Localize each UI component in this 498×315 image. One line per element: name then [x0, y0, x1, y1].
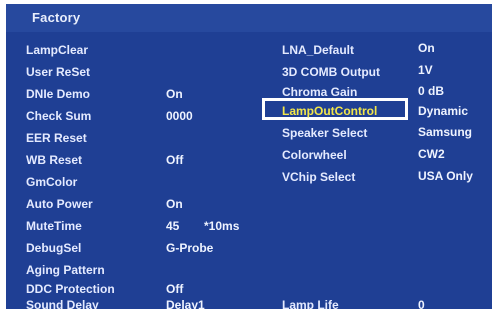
colorwheel-value: CW2	[418, 147, 445, 161]
lamp-life-value: 0	[418, 298, 425, 309]
menu-item-mutetime[interactable]: MuteTime	[26, 219, 82, 233]
factory-menu-screen: Factory LampClear User ReSet DNIe Demo O…	[6, 4, 492, 309]
menu-item-sound-delay[interactable]: Sound Delay	[26, 298, 99, 309]
mutetime-unit: *10ms	[204, 219, 240, 233]
menu-item-dnie-demo[interactable]: DNIe Demo	[26, 87, 90, 101]
check-sum-value: 0000	[166, 109, 193, 123]
menu-item-eer-reset[interactable]: EER Reset	[26, 131, 87, 145]
menu-item-3d-comb-output[interactable]: 3D COMB Output	[282, 65, 380, 79]
menu-item-wb-reset[interactable]: WB Reset	[26, 153, 82, 167]
menu-item-chroma-gain[interactable]: Chroma Gain	[282, 85, 357, 99]
debugsel-value: G-Probe	[166, 241, 214, 255]
lna-default-value: On	[418, 41, 435, 55]
menu-item-aging-pattern[interactable]: Aging Pattern	[26, 263, 105, 277]
menu-item-auto-power[interactable]: Auto Power	[26, 197, 93, 211]
menu-item-lampoutcontrol[interactable]: LampOutControl	[282, 104, 377, 118]
menu-title: Factory	[32, 10, 81, 25]
ddc-protection-value: Off	[166, 282, 184, 296]
wb-reset-value: Off	[166, 153, 184, 167]
menu-item-debugsel[interactable]: DebugSel	[26, 241, 81, 255]
menu-item-ddc-protection[interactable]: DDC Protection	[26, 282, 115, 296]
sound-delay-value: Delay1	[166, 298, 205, 309]
3d-comb-output-value: 1V	[418, 63, 433, 77]
mutetime-value: 45	[166, 219, 180, 233]
menu-item-speaker-select[interactable]: Speaker Select	[282, 126, 367, 140]
dnie-demo-value: On	[166, 87, 183, 101]
menu-item-gmcolor[interactable]: GmColor	[26, 175, 77, 189]
menu-item-lampclear[interactable]: LampClear	[26, 43, 88, 57]
menu-item-lamp-life[interactable]: Lamp Life	[282, 298, 339, 309]
lampoutcontrol-value: Dynamic	[418, 104, 469, 118]
menu-item-user-reset[interactable]: User ReSet	[26, 65, 90, 79]
auto-power-value: On	[166, 197, 183, 211]
chroma-gain-value: 0 dB	[418, 84, 445, 98]
menu-item-check-sum[interactable]: Check Sum	[26, 109, 91, 123]
speaker-select-value: Samsung	[418, 125, 473, 139]
menu-item-vchip-select[interactable]: VChip Select	[282, 170, 355, 184]
menu-item-lna-default[interactable]: LNA_Default	[282, 43, 354, 57]
menu-item-colorwheel[interactable]: Colorwheel	[282, 148, 347, 162]
vchip-select-value: USA Only	[418, 169, 473, 183]
menu-header: Factory	[6, 4, 492, 32]
